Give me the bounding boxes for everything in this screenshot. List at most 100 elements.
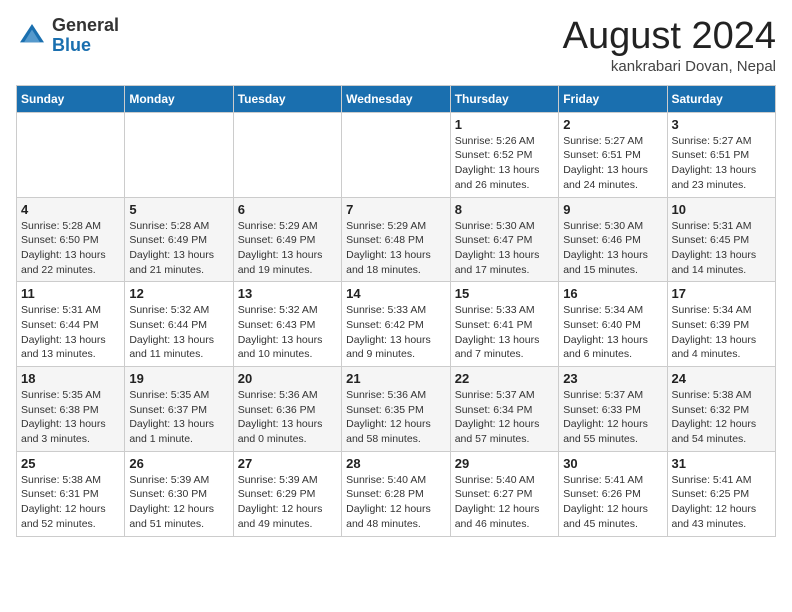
calendar-cell: 7 Sunrise: 5:29 AM Sunset: 6:48 PM Daylig… xyxy=(342,197,451,282)
day-number: 22 xyxy=(455,371,554,386)
day-number: 2 xyxy=(563,117,662,132)
weekday-header-monday: Monday xyxy=(125,85,233,112)
calendar-cell: 1 Sunrise: 5:26 AM Sunset: 6:52 PM Daylig… xyxy=(450,112,558,197)
calendar-week-3: 11Sunrise: 5:31 AM Sunset: 6:44 PM Dayli… xyxy=(17,282,776,367)
day-info: Sunrise: 5:30 AM Sunset: 6:46 PM Dayligh… xyxy=(563,219,662,278)
day-info: Sunrise: 5:28 AM Sunset: 6:49 PM Dayligh… xyxy=(129,219,228,278)
day-number: 28 xyxy=(346,456,446,471)
day-info: Sunrise: 5:27 AM Sunset: 6:51 PM Dayligh… xyxy=(672,134,772,193)
calendar-cell: 18Sunrise: 5:35 AM Sunset: 6:38 PM Dayli… xyxy=(17,367,125,452)
day-info: Sunrise: 5:40 AM Sunset: 6:27 PM Dayligh… xyxy=(455,473,554,532)
calendar-cell: 6 Sunrise: 5:29 AM Sunset: 6:49 PM Daylig… xyxy=(233,197,341,282)
logo-text: General Blue xyxy=(52,16,119,56)
day-number: 1 xyxy=(455,117,554,132)
day-info: Sunrise: 5:37 AM Sunset: 6:33 PM Dayligh… xyxy=(563,388,662,447)
day-info: Sunrise: 5:36 AM Sunset: 6:36 PM Dayligh… xyxy=(238,388,337,447)
calendar-cell: 2 Sunrise: 5:27 AM Sunset: 6:51 PM Daylig… xyxy=(559,112,667,197)
day-number: 18 xyxy=(21,371,120,386)
day-info: Sunrise: 5:26 AM Sunset: 6:52 PM Dayligh… xyxy=(455,134,554,193)
calendar-cell: 21 Sunrise: 5:36 AM Sunset: 6:35 PM Dayli… xyxy=(342,367,451,452)
day-info: Sunrise: 5:33 AM Sunset: 6:42 PM Dayligh… xyxy=(346,303,446,362)
calendar-cell: 16 Sunrise: 5:34 AM Sunset: 6:40 PM Dayli… xyxy=(559,282,667,367)
weekday-header-wednesday: Wednesday xyxy=(342,85,451,112)
calendar-cell xyxy=(125,112,233,197)
calendar-cell: 14Sunrise: 5:33 AM Sunset: 6:42 PM Dayli… xyxy=(342,282,451,367)
day-info: Sunrise: 5:39 AM Sunset: 6:30 PM Dayligh… xyxy=(129,473,228,532)
day-number: 11 xyxy=(21,286,120,301)
calendar-cell: 11Sunrise: 5:31 AM Sunset: 6:44 PM Dayli… xyxy=(17,282,125,367)
calendar-cell xyxy=(233,112,341,197)
calendar-cell: 5 Sunrise: 5:28 AM Sunset: 6:49 PM Daylig… xyxy=(125,197,233,282)
calendar-cell: 15 Sunrise: 5:33 AM Sunset: 6:41 PM Dayli… xyxy=(450,282,558,367)
calendar-cell: 10Sunrise: 5:31 AM Sunset: 6:45 PM Dayli… xyxy=(667,197,776,282)
calendar-cell: 25 Sunrise: 5:38 AM Sunset: 6:31 PM Dayli… xyxy=(17,451,125,536)
day-info: Sunrise: 5:41 AM Sunset: 6:26 PM Dayligh… xyxy=(563,473,662,532)
day-number: 23 xyxy=(563,371,662,386)
weekday-header-sunday: Sunday xyxy=(17,85,125,112)
day-info: Sunrise: 5:29 AM Sunset: 6:48 PM Dayligh… xyxy=(346,219,446,278)
calendar-cell: 8Sunrise: 5:30 AM Sunset: 6:47 PM Daylig… xyxy=(450,197,558,282)
calendar-cell: 27 Sunrise: 5:39 AM Sunset: 6:29 PM Dayli… xyxy=(233,451,341,536)
calendar-week-1: 1 Sunrise: 5:26 AM Sunset: 6:52 PM Daylig… xyxy=(17,112,776,197)
day-number: 27 xyxy=(238,456,337,471)
day-info: Sunrise: 5:38 AM Sunset: 6:31 PM Dayligh… xyxy=(21,473,120,532)
day-number: 29 xyxy=(455,456,554,471)
day-number: 25 xyxy=(21,456,120,471)
calendar-cell: 4 Sunrise: 5:28 AM Sunset: 6:50 PM Daylig… xyxy=(17,197,125,282)
day-number: 10 xyxy=(672,202,772,217)
logo-blue-text: Blue xyxy=(52,35,91,55)
day-number: 12 xyxy=(129,286,228,301)
weekday-header-saturday: Saturday xyxy=(667,85,776,112)
weekday-header-tuesday: Tuesday xyxy=(233,85,341,112)
day-info: Sunrise: 5:33 AM Sunset: 6:41 PM Dayligh… xyxy=(455,303,554,362)
day-number: 15 xyxy=(455,286,554,301)
day-number: 19 xyxy=(129,371,228,386)
day-info: Sunrise: 5:32 AM Sunset: 6:44 PM Dayligh… xyxy=(129,303,228,362)
calendar-cell: 26Sunrise: 5:39 AM Sunset: 6:30 PM Dayli… xyxy=(125,451,233,536)
day-number: 30 xyxy=(563,456,662,471)
weekday-header-row: SundayMondayTuesdayWednesdayThursdayFrid… xyxy=(17,85,776,112)
day-number: 5 xyxy=(129,202,228,217)
day-info: Sunrise: 5:29 AM Sunset: 6:49 PM Dayligh… xyxy=(238,219,337,278)
day-info: Sunrise: 5:36 AM Sunset: 6:35 PM Dayligh… xyxy=(346,388,446,447)
day-info: Sunrise: 5:30 AM Sunset: 6:47 PM Dayligh… xyxy=(455,219,554,278)
day-info: Sunrise: 5:34 AM Sunset: 6:40 PM Dayligh… xyxy=(563,303,662,362)
page-header: General Blue August 2024 kankrabari Dova… xyxy=(16,16,776,75)
calendar-cell: 20 Sunrise: 5:36 AM Sunset: 6:36 PM Dayli… xyxy=(233,367,341,452)
day-number: 17 xyxy=(672,286,772,301)
title-block: August 2024 kankrabari Dovan, Nepal xyxy=(563,16,776,75)
calendar-cell: 17 Sunrise: 5:34 AM Sunset: 6:39 PM Dayli… xyxy=(667,282,776,367)
logo-icon xyxy=(16,20,48,52)
day-info: Sunrise: 5:35 AM Sunset: 6:37 PM Dayligh… xyxy=(129,388,228,447)
calendar-cell: 19 Sunrise: 5:35 AM Sunset: 6:37 PM Dayli… xyxy=(125,367,233,452)
day-number: 3 xyxy=(672,117,772,132)
calendar-cell: 3 Sunrise: 5:27 AM Sunset: 6:51 PM Daylig… xyxy=(667,112,776,197)
calendar-cell: 31Sunrise: 5:41 AM Sunset: 6:25 PM Dayli… xyxy=(667,451,776,536)
day-number: 21 xyxy=(346,371,446,386)
day-info: Sunrise: 5:34 AM Sunset: 6:39 PM Dayligh… xyxy=(672,303,772,362)
day-number: 24 xyxy=(672,371,772,386)
calendar-cell: 30 Sunrise: 5:41 AM Sunset: 6:26 PM Dayli… xyxy=(559,451,667,536)
day-number: 7 xyxy=(346,202,446,217)
calendar-cell: 12 Sunrise: 5:32 AM Sunset: 6:44 PM Dayli… xyxy=(125,282,233,367)
logo: General Blue xyxy=(16,16,119,56)
day-number: 16 xyxy=(563,286,662,301)
day-info: Sunrise: 5:37 AM Sunset: 6:34 PM Dayligh… xyxy=(455,388,554,447)
day-number: 9 xyxy=(563,202,662,217)
calendar-cell xyxy=(17,112,125,197)
calendar-cell: 29 Sunrise: 5:40 AM Sunset: 6:27 PM Dayli… xyxy=(450,451,558,536)
day-info: Sunrise: 5:39 AM Sunset: 6:29 PM Dayligh… xyxy=(238,473,337,532)
day-number: 31 xyxy=(672,456,772,471)
location-subtitle: kankrabari Dovan, Nepal xyxy=(563,58,776,75)
calendar-week-4: 18Sunrise: 5:35 AM Sunset: 6:38 PM Dayli… xyxy=(17,367,776,452)
day-number: 6 xyxy=(238,202,337,217)
day-number: 4 xyxy=(21,202,120,217)
calendar-table: SundayMondayTuesdayWednesdayThursdayFrid… xyxy=(16,85,776,537)
day-info: Sunrise: 5:27 AM Sunset: 6:51 PM Dayligh… xyxy=(563,134,662,193)
calendar-cell: 22 Sunrise: 5:37 AM Sunset: 6:34 PM Dayli… xyxy=(450,367,558,452)
logo-general-text: General xyxy=(52,15,119,35)
day-number: 20 xyxy=(238,371,337,386)
weekday-header-thursday: Thursday xyxy=(450,85,558,112)
calendar-cell: 24Sunrise: 5:38 AM Sunset: 6:32 PM Dayli… xyxy=(667,367,776,452)
day-info: Sunrise: 5:28 AM Sunset: 6:50 PM Dayligh… xyxy=(21,219,120,278)
